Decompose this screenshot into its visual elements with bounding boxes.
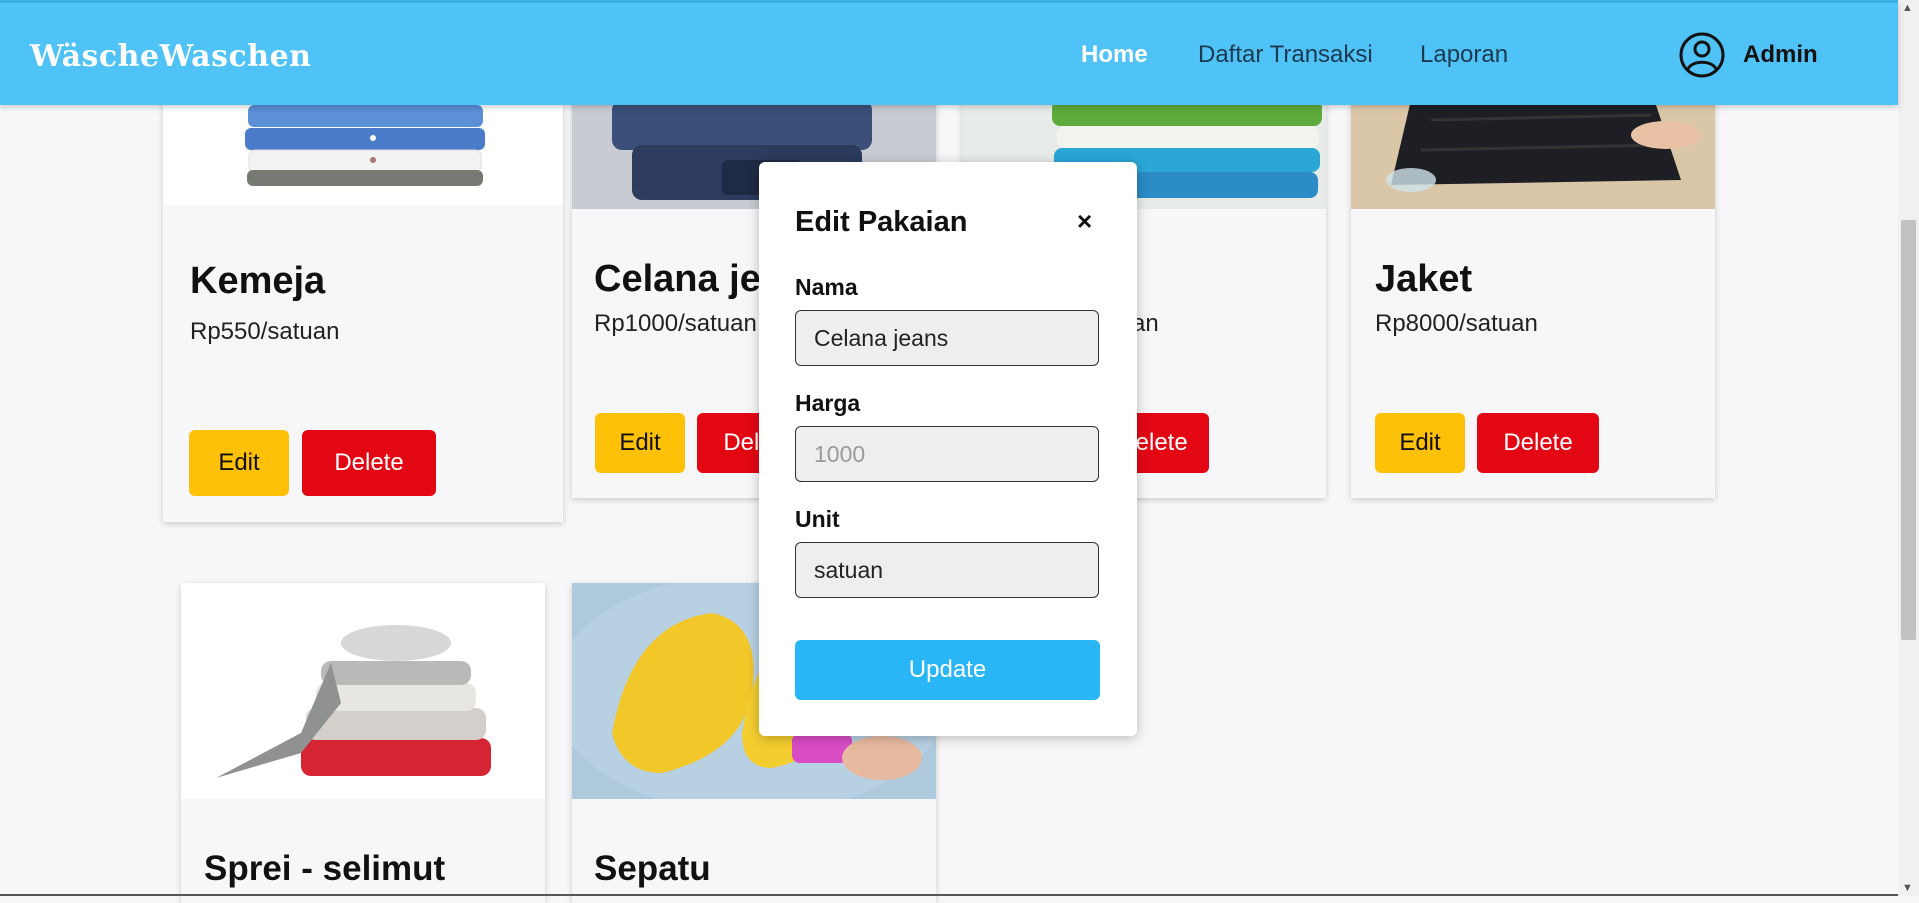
product-price: Rp1000/satuan bbox=[594, 310, 757, 337]
nama-label: Nama bbox=[795, 274, 858, 300]
edit-button[interactable]: Edit bbox=[189, 430, 289, 496]
nav-home[interactable]: Home bbox=[1081, 41, 1148, 69]
product-image-sprei-selimut bbox=[181, 583, 545, 799]
product-name: Kemeja bbox=[190, 260, 326, 302]
product-name: Sepatu bbox=[594, 849, 711, 888]
product-card-sprei-selimut: Sprei - selimut bbox=[181, 583, 545, 903]
navbar: WäscheWaschen Home Daftar Transaksi Lapo… bbox=[0, 0, 1898, 105]
harga-label: Harga bbox=[795, 390, 861, 416]
scroll-down-arrow-icon[interactable]: ▼ bbox=[1902, 882, 1913, 894]
scroll-up-arrow-icon[interactable]: ▲ bbox=[1902, 2, 1913, 14]
user-name[interactable]: Admin bbox=[1743, 41, 1818, 69]
user-icon[interactable] bbox=[1679, 32, 1725, 78]
product-card-jaket: Jaket Rp8000/satuan Edit Delete bbox=[1351, 60, 1715, 498]
nav-laporan[interactable]: Laporan bbox=[1420, 41, 1508, 69]
update-button[interactable]: Update bbox=[795, 640, 1100, 700]
brand-logo[interactable]: WäscheWaschen bbox=[30, 39, 311, 74]
harga-input[interactable] bbox=[795, 426, 1099, 482]
close-icon[interactable]: × bbox=[1077, 206, 1092, 237]
delete-button[interactable]: Delete bbox=[302, 430, 436, 496]
nav-daftar-transaksi[interactable]: Daftar Transaksi bbox=[1198, 41, 1373, 69]
product-card-kemeja: Kemeja Rp550/satuan Edit Delete bbox=[163, 60, 563, 522]
modal-title: Edit Pakaian bbox=[795, 206, 968, 238]
product-name: Jaket bbox=[1375, 258, 1473, 300]
delete-button[interactable]: Delete bbox=[1477, 413, 1599, 473]
unit-label: Unit bbox=[795, 506, 840, 532]
unit-input[interactable] bbox=[795, 542, 1099, 598]
edit-button[interactable]: Edit bbox=[595, 413, 685, 473]
product-price: Rp550/satuan bbox=[190, 318, 340, 345]
edit-modal: Edit Pakaian × Nama Harga Unit Update bbox=[759, 162, 1137, 736]
nama-input[interactable] bbox=[795, 310, 1099, 366]
scrollbar[interactable]: ▲ ▼ bbox=[1898, 0, 1919, 896]
product-name: Sprei - selimut bbox=[204, 849, 446, 888]
product-price: Rp8000/satuan bbox=[1375, 310, 1538, 337]
scroll-thumb[interactable] bbox=[1901, 220, 1916, 640]
edit-button[interactable]: Edit bbox=[1375, 413, 1465, 473]
